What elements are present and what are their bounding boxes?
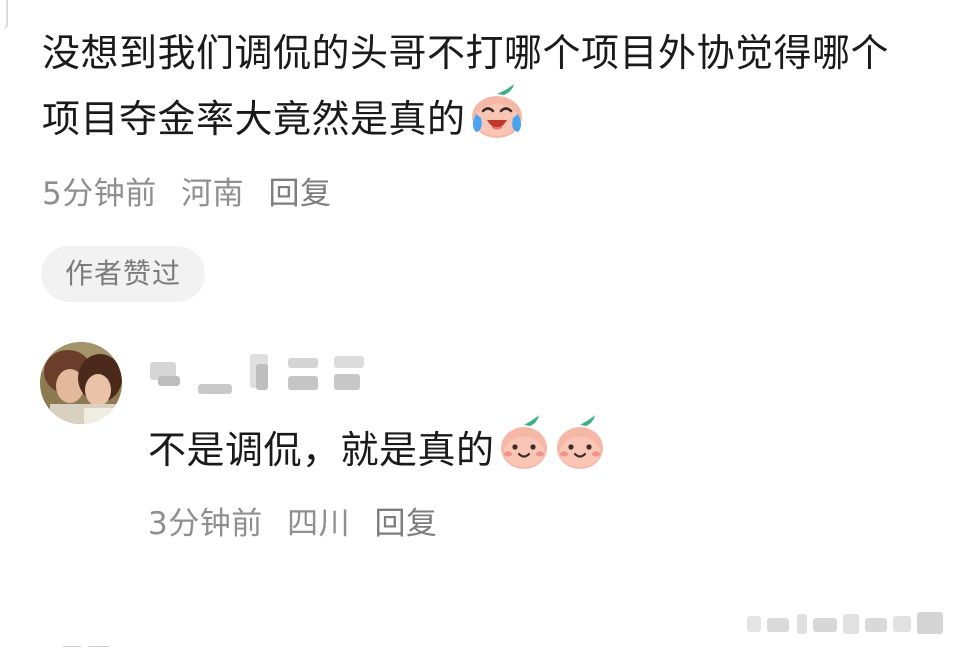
comment-text: 没想到我们调侃的头哥不打哪个项目外协觉得哪个项目夺金率大竟然是真的 [42, 22, 922, 158]
comment-time: 5分钟前 [42, 176, 157, 212]
laughing-crying-peach-icon [468, 84, 526, 158]
reply-reply-button[interactable]: 回复 [374, 506, 437, 542]
username-blurred[interactable] [148, 350, 368, 396]
comment-reply-button[interactable]: 回复 [268, 176, 331, 212]
smiling-peach-icon [553, 415, 607, 487]
comment-meta: 5分钟前 河南 回复 [42, 168, 345, 213]
comment-body: 没想到我们调侃的头哥不打哪个项目外协觉得哪个项目夺金率大竟然是真的 [42, 31, 890, 141]
reply-time: 3分钟前 [148, 506, 263, 542]
comment-location: 河南 [181, 176, 245, 212]
avatar[interactable] [40, 342, 122, 424]
reply-location: 四川 [287, 506, 351, 542]
reply-text: 不是调侃，就是真的 [148, 415, 607, 487]
scroll-edge [0, 0, 8, 30]
watermark-blurred [747, 608, 947, 638]
cut-off-next-item [60, 636, 120, 647]
author-liked-badge: 作者赞过 [41, 246, 206, 302]
reply-meta: 3分钟前 四川 回复 [148, 498, 451, 543]
reply-body: 不是调侃，就是真的 [148, 428, 495, 472]
smiling-peach-icon [497, 415, 551, 487]
